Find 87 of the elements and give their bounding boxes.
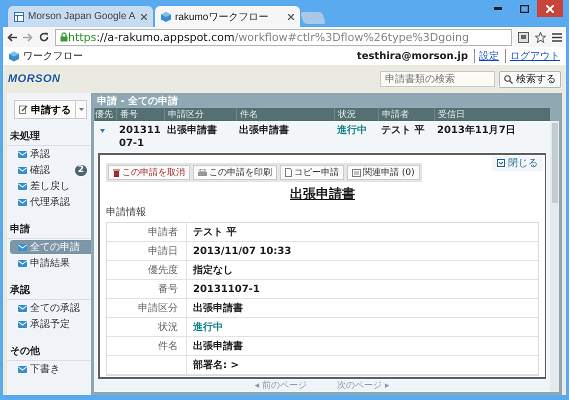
app-title: ワークフロー <box>23 50 84 63</box>
field-value: 20131107-1 <box>187 280 538 299</box>
box-icon <box>497 159 505 167</box>
field-label: 申請区分 <box>107 299 187 318</box>
cube-icon <box>9 50 19 62</box>
field-label: 申請日 <box>107 242 187 261</box>
maximize-icon <box>520 4 528 12</box>
caret-icon <box>78 108 84 111</box>
field-value: 進行中 <box>187 318 538 337</box>
close-icon <box>546 4 554 12</box>
browser-tab[interactable]: rakumoワークフロー <box>155 6 300 27</box>
url-scheme: https <box>68 30 96 44</box>
form-heading: 出張申請書 <box>290 186 355 203</box>
close-icon[interactable] <box>141 14 147 20</box>
list-title: 申請 - 全ての申請 <box>96 94 180 108</box>
header-link[interactable]: 設定 <box>474 49 499 63</box>
envelope-icon <box>18 198 27 206</box>
scrollbar[interactable] <box>550 121 559 392</box>
padlock-icon <box>60 32 68 42</box>
sidebar-item[interactable]: 承認予定 <box>10 317 91 331</box>
field-value: 部署名: > <box>187 356 538 375</box>
dropdown-button[interactable] <box>76 100 87 119</box>
action-button[interactable]: この申請を印刷 <box>193 165 277 180</box>
field-value: テスト 平 <box>187 223 538 242</box>
envelope-icon <box>18 366 27 372</box>
action-button[interactable]: この申請を取消 <box>108 165 190 180</box>
search-field[interactable]: 申請書類の検索 <box>380 71 495 87</box>
field-label: 優先度 <box>107 261 187 280</box>
envelope-icon <box>18 244 27 250</box>
minimize-icon <box>494 7 502 10</box>
search-icon <box>504 74 513 84</box>
envelope-icon <box>18 182 27 190</box>
count-badge: 2 <box>74 164 87 176</box>
company-logo: MORSON <box>8 73 62 85</box>
sidebar-item[interactable]: 下書き <box>10 362 91 376</box>
table-icon <box>14 12 24 22</box>
field-label: 申請者 <box>107 223 187 242</box>
sidebar-item[interactable]: 確認 2 <box>10 163 91 177</box>
reload-icon[interactable] <box>39 32 49 42</box>
field-label: 状況 <box>107 318 187 337</box>
user-email: testhira@morson.jp <box>356 50 468 62</box>
header-link[interactable]: ログアウト <box>505 49 560 63</box>
search-button[interactable]: 検索する <box>499 70 561 88</box>
back-icon[interactable] <box>7 32 17 42</box>
list-icon <box>352 168 361 176</box>
table-cell-text: 出張申請書 <box>166 124 218 138</box>
envelope-icon <box>18 320 27 328</box>
url-path: /workflow#ctlr%3Dflow%26type%3Dgoing <box>234 30 469 44</box>
document-icon <box>285 168 292 177</box>
cube-icon <box>161 12 171 22</box>
sidebar-item[interactable]: 承認 <box>10 147 91 161</box>
close-link[interactable]: 閉じる <box>492 155 543 171</box>
table-cell-text: 進行中 <box>336 124 368 138</box>
trash-icon <box>113 168 120 176</box>
table-cell-text: 2013年11月7日 <box>436 124 517 138</box>
sidebar-item[interactable]: 全ての承認 <box>10 301 91 315</box>
field-value: 2013/11/07 10:33 <box>187 242 538 261</box>
pencil-icon <box>19 105 28 114</box>
sidebar-item[interactable]: 代理承認 <box>10 195 91 209</box>
field-value: 指定なし <box>187 261 538 280</box>
new-request-button[interactable]: 申請する <box>14 100 76 119</box>
action-button[interactable]: コピー申請 <box>280 165 344 180</box>
table-cell-text: 20131107-1 <box>118 124 162 150</box>
page-icon[interactable] <box>518 32 529 42</box>
envelope-icon <box>18 260 27 266</box>
sidebar-item[interactable]: 申請結果 <box>10 256 91 270</box>
sidebar-item[interactable]: 差し戻し <box>10 179 91 193</box>
menu-icon[interactable] <box>552 32 562 42</box>
field-label: 件名 <box>107 337 187 356</box>
address-bar[interactable]: https://a-rakumo.appspot.com/workflow#ctlr%3Dflow%26type%3Dgoing <box>55 28 512 46</box>
star-icon[interactable] <box>535 32 546 42</box>
close-button[interactable] <box>537 0 563 17</box>
action-button[interactable]: 関連申請 (0) <box>347 165 420 180</box>
table-cell-text: 出張申請書 <box>238 124 290 138</box>
envelope-icon <box>18 304 27 312</box>
field-label: 番号 <box>107 280 187 299</box>
caret-icon <box>100 128 105 132</box>
field-value: 出張申請書 <box>187 299 538 318</box>
envelope-icon <box>18 150 27 158</box>
close-icon[interactable] <box>288 14 294 20</box>
printer-icon <box>198 168 207 176</box>
field-value: 出張申請書 <box>187 337 538 356</box>
envelope-icon <box>18 166 27 174</box>
browser-tab[interactable]: Morson Japan Google A <box>8 6 153 27</box>
url-host: ://a-rakumo.appspot.com <box>96 30 235 44</box>
table-cell-text: テスト 平 <box>380 124 426 138</box>
section-label: 申請情報 <box>106 206 147 219</box>
